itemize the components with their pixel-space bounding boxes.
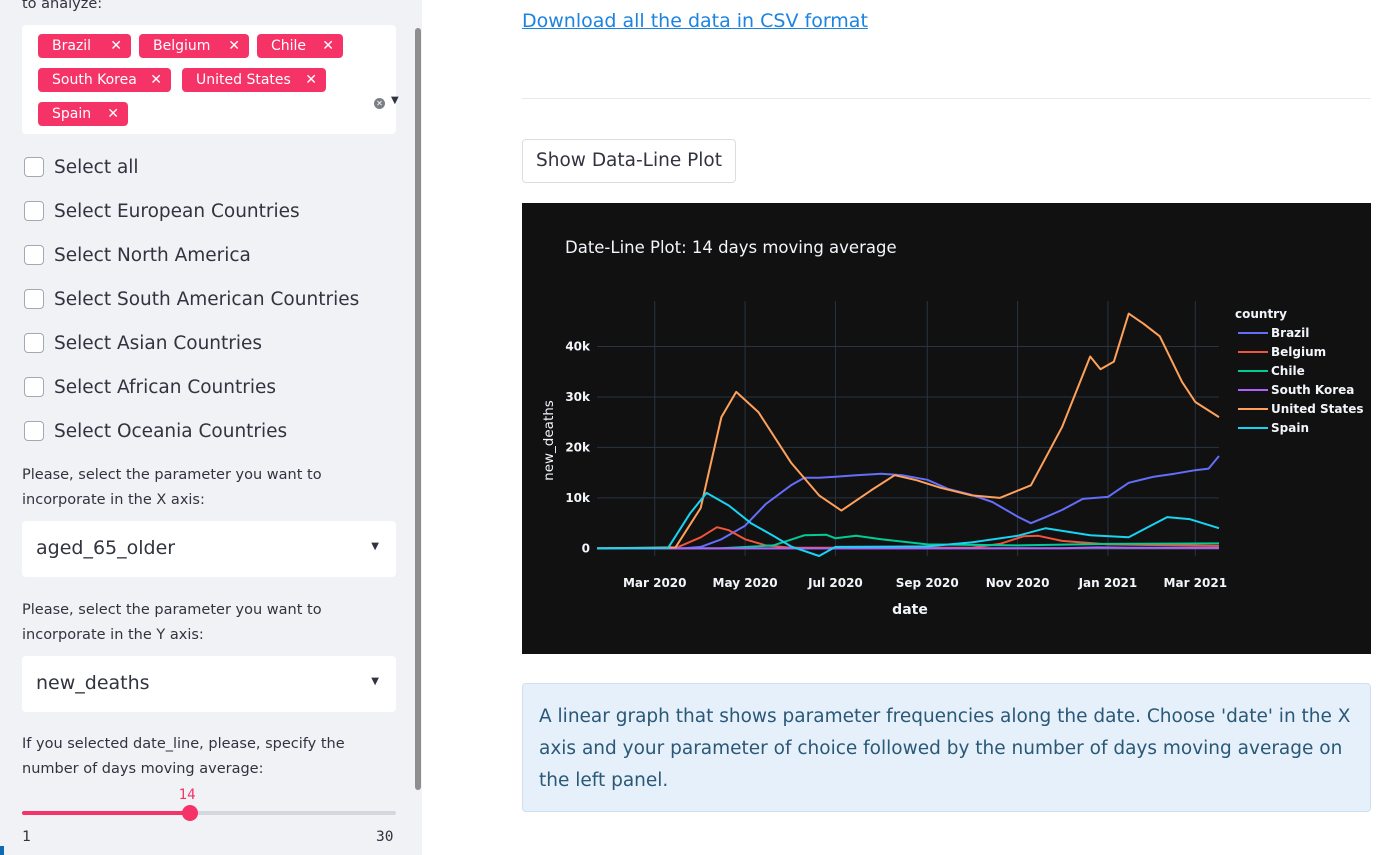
country-multiselect-label: to analyze: [22, 0, 103, 12]
country-tag-label: United States [196, 72, 291, 88]
legend-title: country [1235, 307, 1287, 321]
remove-tag-icon[interactable]: ✕ [107, 102, 119, 126]
checkbox-label: Select Asian Countries [54, 332, 263, 354]
country-tag[interactable]: Chile ✕ [257, 34, 343, 58]
y-axis-title: new_deaths [541, 400, 557, 481]
series-line-brazil [597, 455, 1220, 550]
window-edge [0, 846, 4, 855]
checkbox-select-north-america[interactable]: Select North America [24, 244, 251, 266]
checkbox-label: Select African Countries [54, 376, 277, 398]
checkbox-select-african[interactable]: Select African Countries [24, 376, 276, 398]
slider-thumb[interactable] [181, 805, 198, 821]
checkbox-select-oceania[interactable]: Select Oceania Countries [24, 420, 287, 442]
y-tick-label: 40k [565, 339, 591, 353]
chart-svg: Date-Line Plot: 14 days moving average Ma… [541, 238, 1364, 618]
checkbox-select-european[interactable]: Select European Countries [24, 200, 300, 222]
y-tick-label: 10k [565, 491, 591, 505]
checkbox-label: Select South American Countries [54, 288, 360, 310]
checkbox-icon[interactable] [24, 377, 44, 397]
country-tag-label: Brazil [52, 38, 92, 54]
y-tick-label: 0 [582, 541, 590, 555]
chevron-down-icon[interactable]: ▼ [371, 541, 379, 552]
remove-tag-icon[interactable]: ✕ [305, 68, 317, 92]
info-box: A linear graph that shows parameter freq… [522, 683, 1371, 812]
checkbox-icon[interactable] [24, 421, 44, 441]
checkbox-icon[interactable] [24, 157, 44, 177]
slider-min-label: 1 [22, 829, 31, 845]
y-axis-select-value: new_deaths [36, 672, 150, 694]
moving-average-slider[interactable] [22, 811, 396, 815]
y-tick-label: 20k [565, 440, 591, 454]
legend-label: South Korea [1271, 383, 1354, 397]
sidebar: to analyze: Brazil ✕ Belgium ✕ Chile ✕ S… [0, 0, 422, 855]
remove-tag-icon[interactable]: ✕ [322, 34, 334, 58]
checkbox-select-asian[interactable]: Select Asian Countries [24, 332, 262, 354]
divider [522, 98, 1371, 99]
country-tag[interactable]: South Korea ✕ [38, 68, 171, 92]
y-axis-label: Please, select the parameter you want to… [22, 602, 322, 643]
checkbox-icon[interactable] [24, 245, 44, 265]
checkbox-label: Select all [54, 156, 139, 178]
checkbox-label: Select European Countries [54, 200, 300, 222]
legend-label: Spain [1271, 421, 1309, 435]
slider-max-label: 30 [376, 829, 394, 845]
x-tick-label: Sep 2020 [896, 576, 959, 590]
x-tick-label: Mar 2020 [623, 576, 687, 590]
checkbox-label: Select North America [54, 244, 251, 266]
remove-tag-icon[interactable]: ✕ [110, 34, 122, 58]
legend-label: United States [1271, 402, 1364, 416]
checkbox-label: Select Oceania Countries [54, 420, 288, 442]
checkbox-select-all[interactable]: Select all [24, 156, 139, 178]
y-axis-select[interactable]: new_deaths ▼ [22, 656, 396, 712]
sidebar-scrollbar[interactable] [415, 28, 421, 790]
legend-label: Chile [1271, 364, 1305, 378]
x-tick-label: Mar 2021 [1164, 576, 1228, 590]
country-multiselect[interactable]: Brazil ✕ Belgium ✕ Chile ✕ South Korea ✕… [22, 25, 399, 134]
remove-tag-icon[interactable]: ✕ [150, 68, 162, 92]
app-root: to analyze: Brazil ✕ Belgium ✕ Chile ✕ S… [0, 0, 1384, 855]
moving-average-label: If you selected date_line, please, speci… [22, 736, 345, 777]
x-axis-label: Please, select the parameter you want to… [22, 467, 322, 508]
country-tag-label: Belgium [153, 38, 211, 54]
x-tick-label: Jul 2020 [807, 576, 863, 590]
checkbox-icon[interactable] [24, 201, 44, 221]
x-tick-label: Nov 2020 [986, 576, 1050, 590]
info-text: A linear graph that shows parameter freq… [539, 706, 1351, 791]
slider-fill [22, 811, 190, 815]
chevron-down-icon[interactable]: ▼ [371, 676, 379, 687]
show-plot-button[interactable]: Show Data-Line Plot [522, 139, 736, 183]
x-tick-label: Jan 2021 [1078, 576, 1138, 590]
country-tag[interactable]: Brazil ✕ [38, 34, 131, 58]
slider-value: 14 [178, 787, 196, 803]
country-tag-label: Chile [271, 38, 307, 54]
checkbox-icon[interactable] [24, 333, 44, 353]
country-tag[interactable]: Spain ✕ [38, 102, 128, 126]
legend-label: Belgium [1271, 345, 1326, 359]
x-axis-title: date [892, 602, 928, 618]
country-tag[interactable]: United States ✕ [182, 68, 326, 92]
series-line-south-korea [596, 546, 1220, 550]
chart-title: Date-Line Plot: 14 days moving average [565, 238, 897, 257]
x-axis-select-value: aged_65_older [36, 537, 176, 559]
checkbox-icon[interactable] [24, 289, 44, 309]
country-tag[interactable]: Belgium ✕ [139, 34, 249, 58]
x-tick-label: May 2020 [713, 576, 778, 590]
legend-label: Brazil [1271, 326, 1309, 340]
checkbox-select-south-american[interactable]: Select South American Countries [24, 288, 359, 310]
country-tag-label: Spain [52, 106, 92, 122]
clear-all-icon[interactable]: ✕ [374, 98, 385, 109]
x-axis-select[interactable]: aged_65_older ▼ [22, 521, 396, 577]
y-tick-label: 30k [565, 390, 591, 404]
line-chart: Date-Line Plot: 14 days moving average Ma… [522, 203, 1371, 654]
country-tag-label: South Korea [52, 72, 137, 88]
download-csv-link[interactable]: Download all the data in CSV format [522, 10, 868, 32]
remove-tag-icon[interactable]: ✕ [228, 34, 240, 58]
chevron-down-icon[interactable]: ▼ [391, 95, 399, 106]
